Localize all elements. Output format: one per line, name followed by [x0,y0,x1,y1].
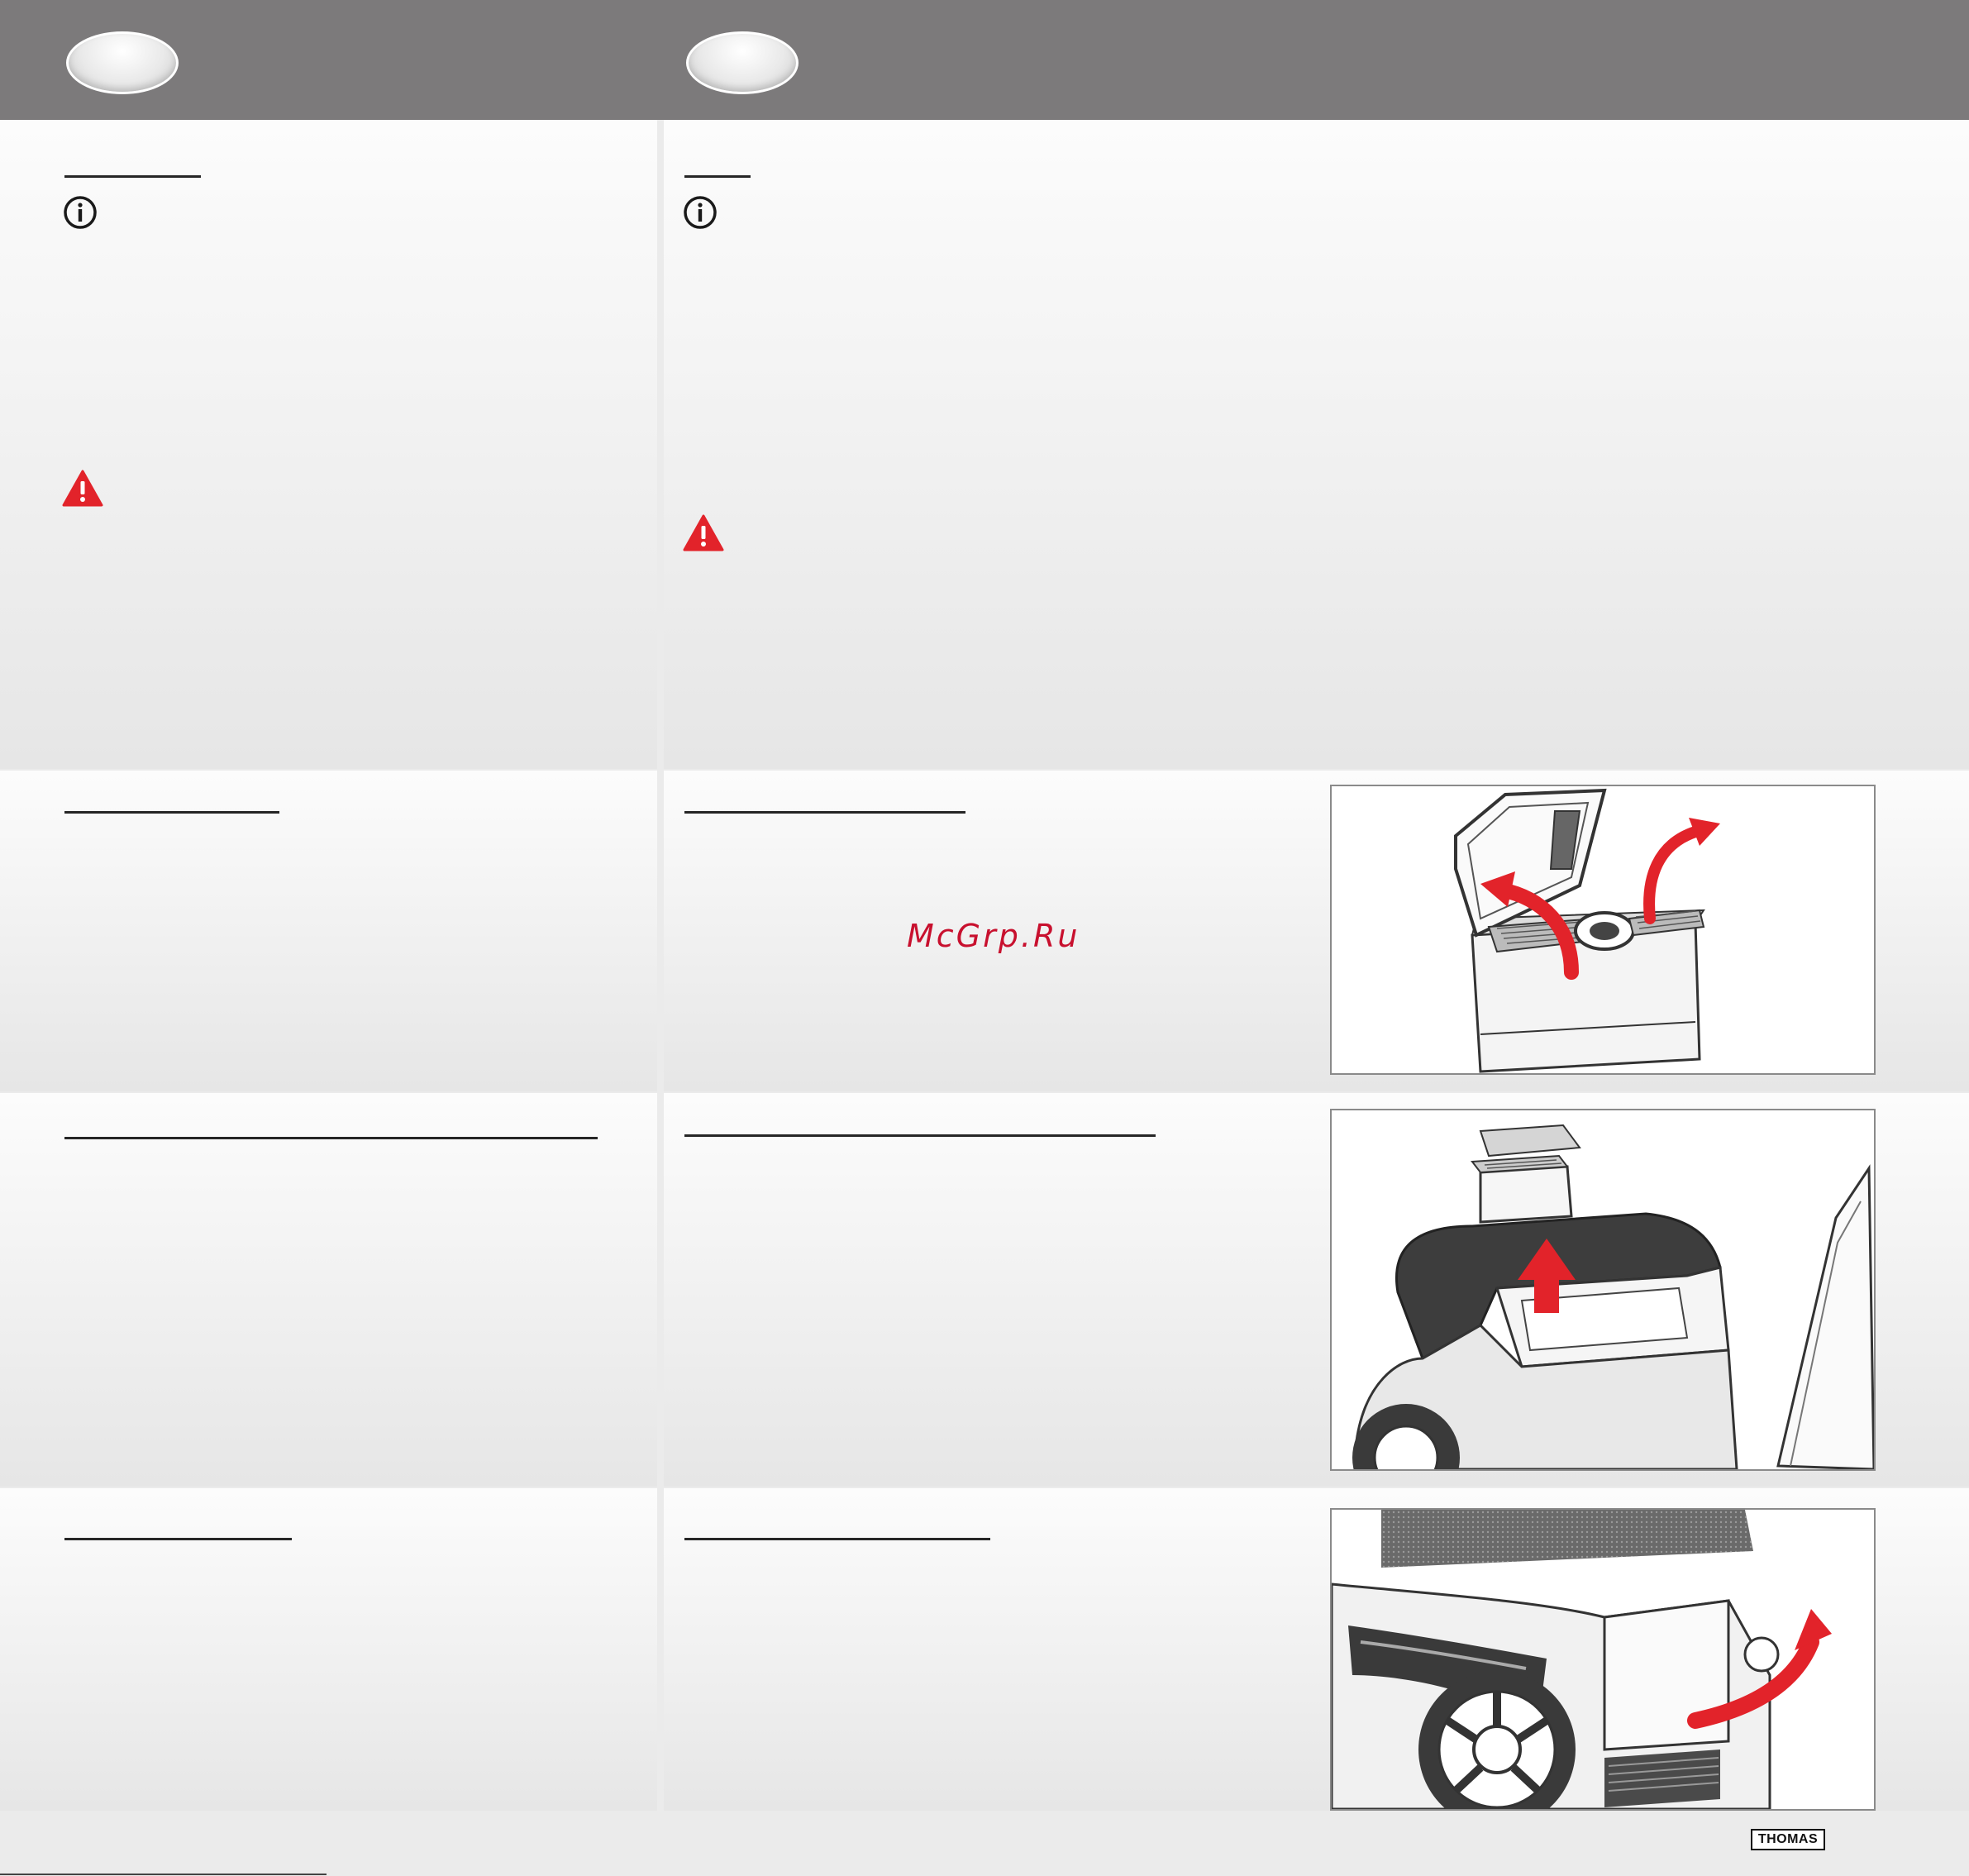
warning-triangle-icon [683,514,724,551]
right-heading-rule-4 [684,1538,990,1540]
figure-filter-removal [1330,1109,1876,1471]
watermark-text: McGrp.Ru [907,918,1080,954]
left-section-2 [0,771,657,1091]
right-heading-rule-2 [684,811,965,814]
header-bar [0,0,1969,120]
left-heading-rule-3 [64,1137,598,1139]
figure-rear-cover [1330,1508,1876,1811]
right-heading-rule-3 [684,1134,1156,1137]
info-circle-icon [64,196,97,229]
right-section-1 [664,120,1969,769]
language-badge-right [686,31,799,94]
left-heading-rule-2 [64,811,279,814]
left-section-3 [0,1093,657,1487]
left-section-4 [0,1488,657,1811]
brand-logo: THOMAS [1751,1829,1825,1850]
info-circle-icon [684,196,717,229]
left-heading-rule-4 [64,1538,292,1540]
right-heading-rule-1 [684,175,751,178]
warning-triangle-icon [62,470,103,507]
left-section-1 [0,120,657,769]
language-badge-left [66,31,179,94]
figure-open-lid-filters [1330,785,1876,1075]
left-heading-rule-1 [64,175,201,178]
footer-rule [0,1874,327,1875]
